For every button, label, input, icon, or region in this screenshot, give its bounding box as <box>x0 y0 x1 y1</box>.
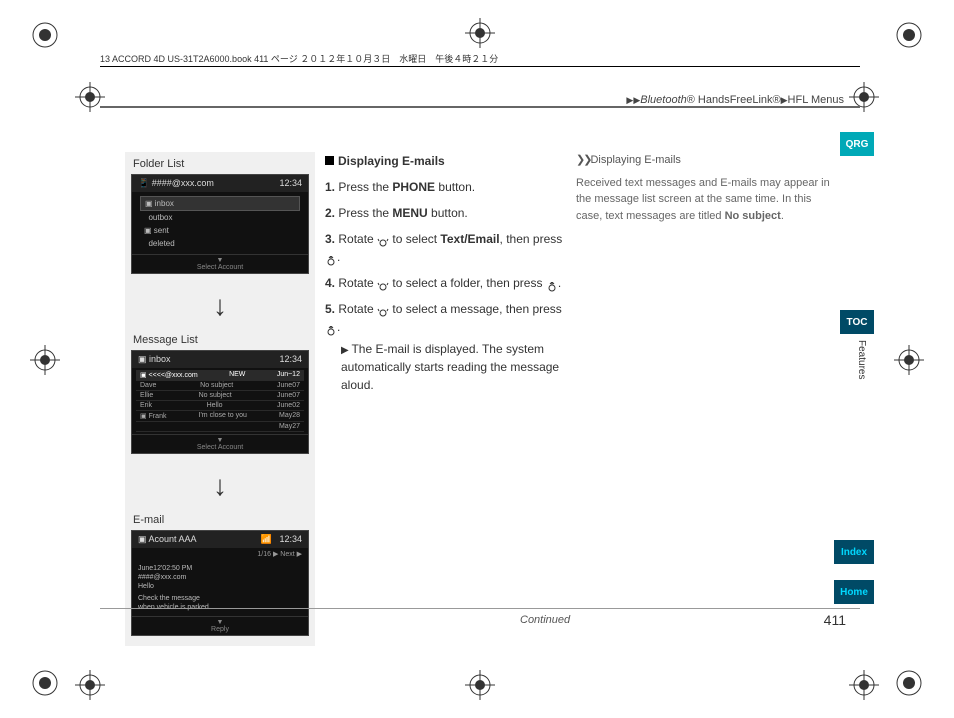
section-heading: Displaying E-mails <box>325 152 565 170</box>
select-account-footer: ▼Select Account <box>132 434 308 453</box>
page-number: 411 <box>824 612 846 628</box>
tab-home[interactable]: Home <box>834 580 874 604</box>
clock-text: 12:34 <box>279 178 302 189</box>
rotate-dial-icon <box>377 235 389 245</box>
reg-mark-icon <box>849 670 879 700</box>
reg-mark-icon <box>30 20 60 50</box>
folder-item: deleted <box>140 237 300 250</box>
account-text: ####@xxx.com <box>152 178 214 188</box>
press-dial-icon <box>325 253 337 263</box>
press-dial-icon <box>325 323 337 333</box>
double-chevron-icon: ❯❯ <box>576 154 590 166</box>
msg-row: ErikHelloJune02 <box>136 401 304 411</box>
square-bullet-icon <box>325 156 334 165</box>
step-4: 4. Rotate to select a folder, then press… <box>325 274 565 292</box>
email-screen: ▣ Acount AAA 📶 12:34 1/16 ▶ Next ▶ June1… <box>131 530 309 636</box>
step-2: 2. Press the MENU button. <box>325 204 565 222</box>
reg-mark-icon <box>894 668 924 698</box>
breadcrumb: ▶▶Bluetooth® HandsFreeLink®▶HFL Menus <box>626 94 844 106</box>
press-dial-icon <box>546 279 558 289</box>
step-5: 5. Rotate to select a message, then pres… <box>325 300 565 394</box>
triangle-icon: ▶ <box>781 95 788 105</box>
header-text: 13 ACCORD 4D US-31T2A6000.book 411 ページ ２… <box>100 52 498 65</box>
tab-features: Features <box>856 340 867 379</box>
left-column: Folder List 📱 ####@xxx.com 12:34 ▣ inbox… <box>125 152 315 646</box>
account-text: ▣ Acount AAA <box>138 534 197 545</box>
reg-mark-icon <box>894 345 924 375</box>
step-3: 3. Rotate to select Text/Email, then pre… <box>325 230 565 266</box>
reg-mark-icon <box>465 18 495 48</box>
tab-index[interactable]: Index <box>834 540 874 564</box>
message-list-label: Message List <box>125 328 315 350</box>
instruction-column: Displaying E-mails 1. Press the PHONE bu… <box>325 152 565 402</box>
message-list-screen: ▣ inbox 12:34 ▣ <<<<@xxx.comNEWJun~12 Da… <box>131 350 309 454</box>
rotate-dial-icon <box>377 305 389 315</box>
step-1: 1. Press the PHONE button. <box>325 178 565 196</box>
header-rule <box>100 66 860 67</box>
select-account-footer: ▼Select Account <box>132 254 308 273</box>
tab-toc[interactable]: TOC <box>840 310 874 334</box>
step-5-sub: ▶ The E-mail is displayed. The system au… <box>325 340 565 394</box>
reg-mark-icon <box>465 670 495 700</box>
triangle-icon: ▶▶ <box>626 95 640 105</box>
inbox-text: ▣ inbox <box>138 354 171 365</box>
crumb-hfl: HandsFreeLink® <box>695 94 781 106</box>
msg-header-row: ▣ <<<<@xxx.comNEWJun~12 <box>136 370 304 381</box>
folder-list-screen: 📱 ####@xxx.com 12:34 ▣ inbox outbox ▣ se… <box>131 174 309 274</box>
reply-footer: ▼Reply <box>132 616 308 635</box>
signal-icon: 📶 12:34 <box>261 534 302 545</box>
clock-text: 12:34 <box>279 354 302 365</box>
arrow-down-icon: ↓ <box>125 464 315 508</box>
msg-row: ▣ FrankI'm close to youMay28 <box>136 411 304 422</box>
crumb-bluetooth: Bluetooth <box>640 94 686 106</box>
note-heading: ❯❯Displaying E-mails <box>576 152 836 169</box>
reg-mark-icon <box>894 20 924 50</box>
reg-mark-icon <box>75 670 105 700</box>
tab-qrg[interactable]: QRG <box>840 132 874 156</box>
side-note: ❯❯Displaying E-mails Received text messa… <box>576 152 836 224</box>
triangle-icon: ▶ <box>341 345 351 356</box>
footer-rule <box>100 608 860 609</box>
rotate-dial-icon <box>377 279 389 289</box>
email-label: E-mail <box>125 508 315 530</box>
msg-row: May27 <box>136 422 304 432</box>
note-body: Received text messages and E-mails may a… <box>576 175 836 225</box>
continued-text: Continued <box>520 614 570 626</box>
folder-item: outbox <box>140 211 300 224</box>
msg-row: EllieNo subjectJune07 <box>136 391 304 401</box>
msg-row: DaveNo subjectJune07 <box>136 381 304 391</box>
reg-mark-icon <box>30 345 60 375</box>
phone-icon: 📱 ####@xxx.com <box>138 178 214 189</box>
folder-item: ▣ sent <box>140 224 300 237</box>
folder-item: ▣ inbox <box>140 196 300 211</box>
page-band <box>100 106 860 108</box>
reg-mark-icon <box>30 668 60 698</box>
folder-list-label: Folder List <box>125 152 315 174</box>
arrow-down-icon: ↓ <box>125 284 315 328</box>
crumb-menus: HFL Menus <box>788 94 844 106</box>
email-nav: 1/16 ▶ Next ▶ <box>132 548 308 560</box>
